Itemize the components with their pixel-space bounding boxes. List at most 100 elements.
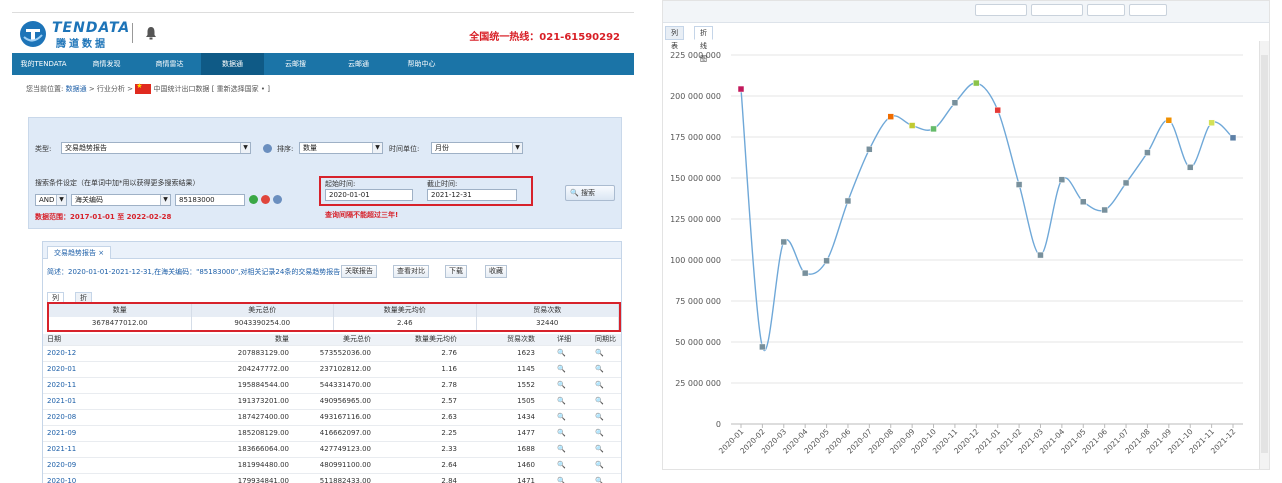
detail-magnifier-icon[interactable]: 🔍 (557, 426, 566, 441)
data-point (930, 125, 937, 133)
data-point (973, 79, 980, 87)
yoy-magnifier-icon[interactable]: 🔍 (595, 362, 604, 377)
breadcrumb-link-datatong[interactable]: 数据通 (66, 85, 87, 93)
end-date-input[interactable]: 2021-12-31 (427, 189, 517, 201)
nav-item[interactable]: 云邮搜 (264, 53, 327, 75)
column-header[interactable]: 同期比 (595, 334, 616, 345)
breadcrumb-suffix[interactable]: 中国统计出口数据 [ 重新选择国家 • ] (153, 85, 270, 93)
data-point (908, 122, 916, 129)
chevron-down-icon: ▼ (372, 143, 382, 153)
table-row: 2020-11 195884544.00 544331470.00 2.78 1552 🔍… (43, 378, 621, 394)
toolbar-button[interactable] (1031, 4, 1083, 16)
date-link[interactable]: 2020-09 (47, 458, 76, 473)
table-cell: 187427400.00 (237, 413, 289, 421)
date-link[interactable]: 2021-09 (47, 426, 76, 441)
main-nav: 我的TENDATA 商情发现 商情雷达 数据通 云邮搜 云邮通 帮助中心 (12, 53, 634, 75)
toolbar-button[interactable] (975, 4, 1027, 16)
detail-magnifier-icon[interactable]: 🔍 (557, 362, 566, 377)
tab-line-chart[interactable]: 折线图 (694, 26, 713, 63)
scrollbar-thumb[interactable] (1261, 55, 1268, 453)
field-select[interactable]: 海关编码 ▼ (71, 194, 171, 206)
table-cell: 1688 (517, 445, 535, 453)
date-link[interactable]: 2020-10 (47, 474, 76, 483)
data-point (1208, 119, 1215, 127)
data-point (844, 197, 852, 205)
help-icon[interactable] (263, 144, 272, 153)
y-tick-label: 175 000 000 (670, 133, 721, 142)
line-chart: 0 25 000 000 50 000 000 75 000 000 100 000 0… (670, 51, 1243, 456)
table-row: 2021-09 185208129.00 416662097.00 2.25 1477 🔍… (43, 426, 621, 442)
download-button[interactable]: 下载 (445, 265, 467, 278)
nav-item[interactable]: 我的TENDATA (12, 53, 75, 75)
report-tab-label: 交易趋势报告 (54, 249, 96, 257)
nav-item[interactable]: 帮助中心 (390, 53, 453, 75)
nav-item[interactable]: 商情发现 (75, 53, 138, 75)
table-cell: 2.78 (441, 381, 457, 389)
type-select[interactable]: 交易趋势报告 ▼ (61, 142, 251, 154)
detail-magnifier-icon[interactable]: 🔍 (557, 442, 566, 457)
add-condition-icon[interactable] (249, 195, 258, 204)
detail-magnifier-icon[interactable]: 🔍 (557, 458, 566, 473)
hs-code-input[interactable]: 85183000 (175, 194, 245, 206)
sort-select[interactable]: 数量 ▼ (299, 142, 383, 154)
bell-icon[interactable] (144, 26, 158, 40)
nav-item[interactable]: 云邮通 (327, 53, 390, 75)
remove-condition-icon[interactable] (261, 195, 270, 204)
close-icon[interactable]: × (98, 249, 104, 257)
favorite-button[interactable]: 收藏 (485, 265, 507, 278)
yoy-magnifier-icon[interactable]: 🔍 (595, 410, 604, 425)
table-cell: 185208129.00 (237, 429, 289, 437)
y-tick-label: 200 000 000 (670, 92, 721, 101)
sort-select-value: 数量 (303, 144, 317, 152)
data-point (887, 113, 894, 120)
yoy-magnifier-icon[interactable]: 🔍 (595, 474, 604, 483)
scrollbar[interactable] (1259, 41, 1269, 469)
divider (132, 23, 133, 43)
date-link[interactable]: 2021-01 (47, 394, 76, 409)
tab-list[interactable]: 列表 (665, 26, 684, 50)
nav-item[interactable]: 商情雷达 (138, 53, 201, 75)
yoy-magnifier-icon[interactable]: 🔍 (595, 378, 604, 393)
related-report-button[interactable]: 关联报告 (341, 265, 377, 278)
detail-magnifier-icon[interactable]: 🔍 (557, 410, 566, 425)
detail-magnifier-icon[interactable]: 🔍 (557, 474, 566, 483)
detail-magnifier-icon[interactable]: 🔍 (557, 378, 566, 393)
column-header[interactable]: 详细 (557, 334, 571, 345)
y-tick-label: 150 000 000 (670, 174, 721, 183)
yoy-magnifier-icon[interactable]: 🔍 (595, 442, 604, 457)
nav-item[interactable]: 数据通 (201, 53, 264, 75)
hotline-text: 全国统一热线：021-61590292 (469, 32, 620, 43)
detail-magnifier-icon[interactable]: 🔍 (557, 394, 566, 409)
column-header[interactable]: 日期 (47, 334, 61, 345)
toolbar-button[interactable] (1129, 4, 1167, 16)
date-link[interactable]: 2021-11 (47, 442, 76, 457)
time-unit-select[interactable]: 月份 ▼ (431, 142, 523, 154)
column-header[interactable]: 贸易次数 (507, 334, 535, 345)
start-time-label: 起始时间: (325, 180, 356, 188)
logic-select[interactable]: AND ▼ (35, 194, 67, 206)
column-header[interactable]: 美元总价 (343, 334, 371, 345)
tab-trade-trend-report[interactable]: 交易趋势报告 × (47, 246, 112, 259)
table-cell: 573552036.00 (319, 349, 371, 357)
table-cell: 181994480.00 (237, 461, 289, 469)
detail-magnifier-icon[interactable]: 🔍 (557, 346, 566, 361)
compare-button[interactable]: 查看对比 (393, 265, 429, 278)
date-link[interactable]: 2020-11 (47, 378, 76, 393)
report-tab-bar (43, 242, 621, 259)
yoy-magnifier-icon[interactable]: 🔍 (595, 426, 604, 441)
tendata-logo-icon[interactable] (20, 21, 46, 47)
start-date-input[interactable]: 2020-01-01 (325, 189, 413, 201)
data-point (1165, 117, 1173, 124)
column-header[interactable]: 数量 (275, 334, 289, 345)
date-link[interactable]: 2020-12 (47, 346, 76, 361)
search-button[interactable]: 🔍 搜索 (565, 185, 615, 201)
yoy-magnifier-icon[interactable]: 🔍 (595, 346, 604, 361)
help-icon[interactable] (273, 195, 282, 204)
table-cell: 544331470.00 (319, 381, 371, 389)
toolbar-button[interactable] (1087, 4, 1125, 16)
yoy-magnifier-icon[interactable]: 🔍 (595, 394, 604, 409)
date-link[interactable]: 2020-08 (47, 410, 76, 425)
yoy-magnifier-icon[interactable]: 🔍 (595, 458, 604, 473)
date-link[interactable]: 2020-01 (47, 362, 76, 377)
column-header[interactable]: 数量美元均价 (415, 334, 457, 345)
